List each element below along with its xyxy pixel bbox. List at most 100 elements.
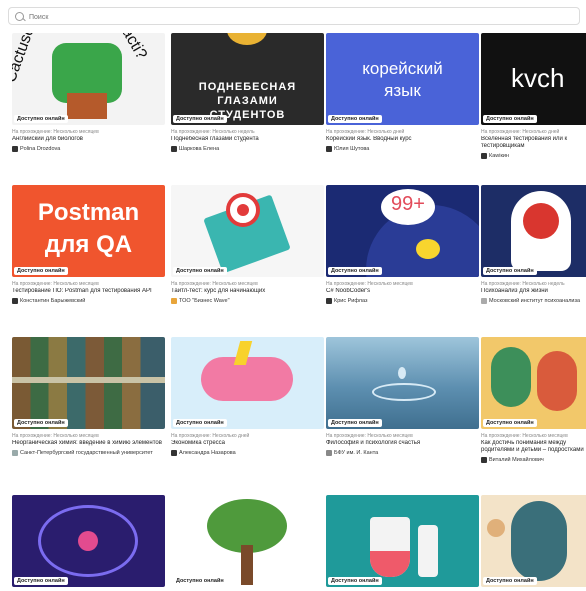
course-duration: На прохождение: Несколько недель xyxy=(481,281,565,287)
course-card[interactable]: Доступно онлайн xyxy=(12,495,165,587)
course-duration: На прохождение: Несколько недель xyxy=(171,129,255,135)
author-avatar xyxy=(12,450,18,456)
course-thumbnail: корейский язык Доступно онлайн xyxy=(326,33,479,125)
course-thumbnail: Cactuse acti? Доступно онлайн xyxy=(12,33,165,125)
course-card[interactable]: корейский язык Доступно онлайн На прохож… xyxy=(326,33,479,152)
course-thumbnail: Доступно онлайн xyxy=(326,495,479,587)
author-avatar xyxy=(481,298,487,304)
course-duration: На прохождение: Несколько дней xyxy=(326,129,405,135)
course-card[interactable]: Доступно онлайн xyxy=(481,495,586,587)
availability-badge: Доступно онлайн xyxy=(483,267,537,275)
course-author: Polina Drozdova xyxy=(12,146,165,152)
course-thumbnail: Доступно онлайн xyxy=(481,185,586,277)
course-thumbnail: Postman для QA Доступно онлайн xyxy=(12,185,165,277)
course-title[interactable]: Как достичь понимания между родителями и… xyxy=(481,440,586,454)
author-avatar xyxy=(481,457,487,463)
thumbnail-text: ПОДНЕБЕСНАЯ xyxy=(198,81,297,93)
author-avatar xyxy=(171,298,177,304)
availability-badge: Доступно онлайн xyxy=(173,115,227,123)
course-card[interactable]: Доступно онлайн На прохождение: Нескольк… xyxy=(171,337,324,456)
search-bar[interactable] xyxy=(8,7,580,25)
author-avatar xyxy=(481,153,487,159)
course-card[interactable]: Доступно онлайн xyxy=(171,495,324,587)
availability-badge: Доступно онлайн xyxy=(173,577,227,585)
course-thumbnail: Доступно онлайн xyxy=(171,337,324,429)
course-title[interactable]: Вселенная тестирования или к тестировщик… xyxy=(481,136,586,150)
course-card[interactable]: Доступно онлайн На прохождение: Нескольк… xyxy=(481,185,586,304)
course-thumbnail: kvch Доступно онлайн xyxy=(481,33,586,125)
course-thumbnail: Доступно онлайн xyxy=(12,495,165,587)
course-thumbnail: Доступно онлайн xyxy=(326,337,479,429)
availability-badge: Доступно онлайн xyxy=(483,577,537,585)
availability-badge: Доступно онлайн xyxy=(483,115,537,123)
course-card[interactable]: Доступно онлайн xyxy=(326,495,479,587)
course-title[interactable]: C# NoobCoder's xyxy=(326,288,479,295)
course-duration: На прохождение: Несколько месяцев xyxy=(12,129,99,135)
thumbnail-text: корейский xyxy=(362,59,443,78)
course-thumbnail: Доступно онлайн xyxy=(12,337,165,429)
author-avatar xyxy=(12,298,18,304)
availability-badge: Доступно онлайн xyxy=(328,115,382,123)
availability-badge: Доступно онлайн xyxy=(328,577,382,585)
course-card[interactable]: Доступно онлайн На прохождение: Нескольк… xyxy=(171,185,324,304)
course-author: Шаркова Елена xyxy=(171,146,324,152)
course-author: Юлия Шутова xyxy=(326,146,479,152)
availability-badge: Доступно онлайн xyxy=(14,267,68,275)
course-thumbnail: Доступно онлайн xyxy=(171,495,324,587)
thumbnail-text: для QA xyxy=(44,231,133,258)
course-author: БФУ им. И. Канта xyxy=(326,450,479,456)
thumbnail-text: kvch xyxy=(511,63,565,93)
author-avatar xyxy=(326,450,332,456)
availability-badge: Доступно онлайн xyxy=(483,419,537,427)
course-thumbnail: Доступно онлайн xyxy=(481,337,586,429)
author-avatar xyxy=(171,450,177,456)
course-card[interactable]: Cactuse acti? Доступно онлайн На прохожд… xyxy=(12,33,165,152)
course-thumbnail: Доступно онлайн xyxy=(171,185,324,277)
course-duration: На прохождение: Несколько дней xyxy=(171,433,250,439)
thumbnail-text: язык xyxy=(384,81,421,100)
thumbnail-text: ГЛАЗАМИ xyxy=(217,95,278,107)
course-card[interactable]: ПОДНЕБЕСНАЯ ГЛАЗАМИ СТУДЕНТОВ Доступно о… xyxy=(171,33,324,152)
availability-badge: Доступно онлайн xyxy=(173,419,227,427)
author-avatar xyxy=(171,146,177,152)
availability-badge: Доступно онлайн xyxy=(328,267,382,275)
availability-badge: Доступно онлайн xyxy=(328,419,382,427)
author-avatar xyxy=(326,298,332,304)
availability-badge: Доступно онлайн xyxy=(14,115,68,123)
course-card[interactable]: Доступно онлайн На прохождение: Нескольк… xyxy=(326,337,479,456)
thumbnail-text: Postman xyxy=(37,199,140,226)
course-title[interactable]: Философия и психология счастья xyxy=(326,440,479,447)
author-avatar xyxy=(12,146,18,152)
search-input[interactable] xyxy=(27,9,571,25)
course-title[interactable]: Тестирование ПО: Postman для тестировани… xyxy=(12,288,165,295)
course-title[interactable]: Психоанализ для жизни xyxy=(481,288,586,295)
thumbnail-text: acti? xyxy=(118,33,150,63)
course-title[interactable]: Неорганическая химия: введение в химию э… xyxy=(12,440,165,447)
course-thumbnail: 99+ Доступно онлайн xyxy=(326,185,479,277)
course-duration: На прохождение: Несколько месяцев xyxy=(12,433,99,439)
course-thumbnail: ПОДНЕБЕСНАЯ ГЛАЗАМИ СТУДЕНТОВ Доступно о… xyxy=(171,33,324,125)
availability-badge: Доступно онлайн xyxy=(173,267,227,275)
course-title[interactable]: Тайтл-тест: курс для начинающих xyxy=(171,288,324,295)
course-title[interactable]: Корейский язык. Вводный курс xyxy=(326,136,479,143)
availability-badge: Доступно онлайн xyxy=(14,577,68,585)
course-title[interactable]: Английский для биологов xyxy=(12,136,165,143)
course-card[interactable]: kvch Доступно онлайн На прохождение: Нес… xyxy=(481,33,586,159)
thumbnail-text: 99+ xyxy=(391,193,425,215)
course-author: Крис Рифлаз xyxy=(326,298,479,304)
search-icon xyxy=(15,12,24,21)
course-author: Александра Назарова xyxy=(171,450,324,456)
course-duration: На прохождение: Несколько месяцев xyxy=(481,433,568,439)
course-duration: На прохождение: Несколько месяцев xyxy=(171,281,258,287)
course-title[interactable]: Экономика стресса xyxy=(171,440,324,447)
course-duration: На прохождение: Несколько месяцев xyxy=(12,281,99,287)
course-thumbnail: Доступно онлайн xyxy=(481,495,586,587)
course-card[interactable]: Доступно онлайн На прохождение: Нескольк… xyxy=(12,337,165,456)
course-card[interactable]: Postman для QA Доступно онлайн На прохож… xyxy=(12,185,165,304)
course-title[interactable]: Поднебесная глазами студента xyxy=(171,136,324,143)
course-card[interactable]: Доступно онлайн На прохождение: Нескольк… xyxy=(481,337,586,463)
author-avatar xyxy=(326,146,332,152)
course-author: Константин Барыжевский xyxy=(12,298,165,304)
course-card[interactable]: 99+ Доступно онлайн На прохождение: Неск… xyxy=(326,185,479,304)
course-author: Санкт-Петербургский государственный унив… xyxy=(12,450,165,456)
